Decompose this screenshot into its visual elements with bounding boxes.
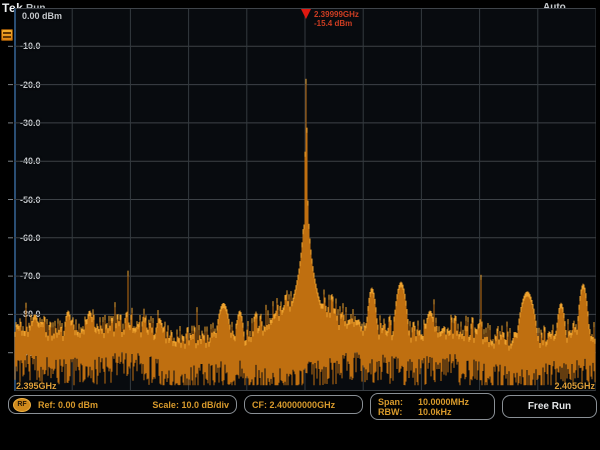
spectrum-analyzer-screen: Tek Run Auto 0.00 dBm-10.0-20.0-30.0-40.… (0, 0, 600, 450)
trigger-readout[interactable]: Free Run (502, 395, 597, 418)
spectrum-plot (6, 8, 596, 391)
ref-value: 0.00 dBm (58, 400, 98, 410)
trigger-mode-value: Free Run (528, 401, 571, 412)
rbw-value: 10.0kHz (418, 407, 452, 417)
span-value: 10.0000MHz (418, 397, 469, 407)
marker-readout: 2.39999GHz -15.4 dBm (314, 10, 359, 28)
rbw-label: RBW: (371, 407, 418, 417)
rf-channel-badge: RF (13, 398, 31, 412)
center-frequency-readout[interactable]: CF: 2.40000000GHz (244, 395, 363, 414)
marker-triangle-icon[interactable] (301, 9, 311, 19)
marker-frequency: 2.39999GHz (314, 10, 359, 19)
span-label: Span: (371, 397, 418, 407)
cf-label: CF: (252, 400, 267, 410)
ref-label: Ref: (38, 400, 56, 410)
scale-value: 10.0 dB/div (181, 400, 229, 410)
span-rbw-readout[interactable]: Span: 10.0000MHz RBW: 10.0kHz (370, 393, 495, 420)
cf-value: 2.40000000GHz (270, 400, 336, 410)
scale-label: Scale: (152, 400, 179, 410)
ref-scale-readout[interactable]: RF Ref: 0.00 dBm Scale: 10.0 dB/div (8, 395, 237, 414)
stop-frequency-label: 2.405GHz (554, 381, 595, 391)
marker-amplitude: -15.4 dBm (314, 19, 359, 28)
start-frequency-label: 2.395GHz (16, 381, 57, 391)
